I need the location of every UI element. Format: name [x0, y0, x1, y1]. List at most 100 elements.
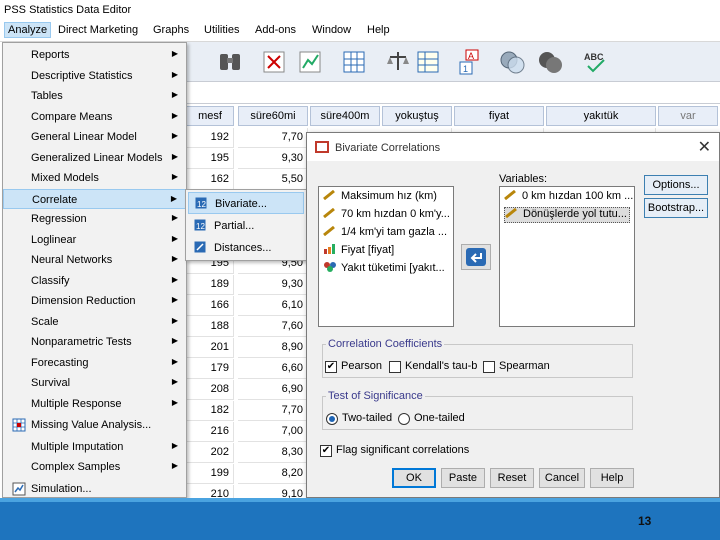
menu-item-nonparametric-tests[interactable]: Nonparametric Tests ▶ [3, 332, 186, 352]
table-cell[interactable]: 208 [186, 380, 234, 400]
binoculars-icon[interactable] [216, 48, 244, 76]
submenu-item-bivariate[interactable]: 12 Bivariate... [188, 192, 304, 214]
sets-dark-icon[interactable] [536, 48, 564, 76]
table-cell[interactable]: 216 [186, 422, 234, 442]
menu-add-ons[interactable]: Add-ons [255, 24, 296, 36]
help-button[interactable]: Help [590, 468, 634, 488]
table-cell[interactable]: 192 [186, 128, 234, 148]
spelling-icon[interactable]: ABC [582, 48, 610, 76]
menu-graphs[interactable]: Graphs [153, 24, 189, 36]
cell-editor-bar[interactable] [186, 82, 720, 104]
table-cell[interactable]: 7,00 [238, 422, 308, 442]
table-cell[interactable]: 195 [186, 149, 234, 169]
table-cell[interactable]: 166 [186, 296, 234, 316]
menu-item-generalized-linear-models[interactable]: Generalized Linear Models ▶ [3, 148, 186, 168]
options-button[interactable]: Options... [644, 175, 708, 195]
menu-item-correlate[interactable]: Correlate ▶ [3, 189, 186, 209]
table-cell[interactable]: 182 [186, 401, 234, 421]
bootstrap-button[interactable]: Bootstrap... [644, 198, 708, 218]
table-cell[interactable]: 6,10 [238, 296, 308, 316]
table-cell[interactable]: 202 [186, 443, 234, 463]
column-header[interactable]: yakıtük [546, 106, 656, 126]
table-cell[interactable]: 201 [186, 338, 234, 358]
reset-button[interactable]: Reset [490, 468, 534, 488]
table-cell[interactable]: 6,90 [238, 380, 308, 400]
list-item[interactable]: 1/4 km'yi tam gazla ... [323, 226, 447, 242]
split-icon[interactable] [340, 48, 368, 76]
table-cell[interactable]: 7,70 [238, 128, 308, 148]
list-item[interactable]: Maksimum hız (km) [323, 190, 437, 206]
column-header[interactable]: süre400m [310, 106, 380, 126]
menu-item-general-linear-model[interactable]: General Linear Model ▶ [3, 127, 186, 147]
menu-item-neural-networks[interactable]: Neural Networks ▶ [3, 250, 186, 270]
menu-item-missing-value-analysis[interactable]: Missing Value Analysis... [3, 415, 186, 435]
pearson-checkbox[interactable]: ✔ [325, 361, 337, 373]
menu-item-loglinear[interactable]: Loglinear ▶ [3, 230, 186, 250]
table-cell[interactable]: 7,70 [238, 401, 308, 421]
menu-item-forecasting[interactable]: Forecasting ▶ [3, 353, 186, 373]
menu-direct-marketing[interactable]: Direct Marketing [58, 24, 138, 36]
list-item-selected[interactable]: Dönüşlerde yol tutu... [504, 207, 630, 223]
menu-item-reports[interactable]: Reports ▶ [3, 45, 186, 65]
menu-item-simulation[interactable]: Simulation... [3, 479, 186, 499]
column-header[interactable]: fiyat [454, 106, 544, 126]
kendall-checkbox[interactable] [389, 361, 401, 373]
menu-item-scale[interactable]: Scale ▶ [3, 312, 186, 332]
ok-button[interactable]: OK [392, 468, 436, 488]
spearman-checkbox[interactable] [483, 361, 495, 373]
table-cell[interactable]: 6,60 [238, 359, 308, 379]
menu-help[interactable]: Help [367, 24, 390, 36]
cancel-button[interactable]: Cancel [539, 468, 585, 488]
table-cell[interactable]: 199 [186, 464, 234, 484]
column-header[interactable]: var [658, 106, 718, 126]
menu-analyze[interactable]: Analyze [4, 22, 52, 38]
sets-icon[interactable] [498, 48, 526, 76]
table-cell[interactable]: 8,20 [238, 464, 308, 484]
menu-item-classify[interactable]: Classify ▶ [3, 271, 186, 291]
menu-item-compare-means[interactable]: Compare Means ▶ [3, 107, 186, 127]
menu-item-survival[interactable]: Survival ▶ [3, 373, 186, 393]
paste-button[interactable]: Paste [441, 468, 485, 488]
scale-icon[interactable] [384, 48, 412, 76]
value-labels-icon[interactable]: A1 [458, 48, 486, 76]
source-variable-list[interactable]: Maksimum hız (km) 70 km hızdan 0 km'y...… [318, 186, 454, 327]
menu-item-multiple-response[interactable]: Multiple Response ▶ [3, 394, 186, 414]
menu-item-tables[interactable]: Tables ▶ [3, 86, 186, 106]
menu-item-descriptive-statistics[interactable]: Descriptive Statistics ▶ [3, 66, 186, 86]
list-item[interactable]: Yakıt tüketimi [yakıt... [323, 262, 445, 278]
submenu-item-partial[interactable]: 12 Partial... [188, 215, 304, 237]
menu-item-complex-samples[interactable]: Complex Samples ▶ [3, 457, 186, 477]
table-cell[interactable]: 210 [186, 485, 234, 498]
submenu-item-distances[interactable]: Distances... [188, 237, 304, 259]
table-cell[interactable]: 9,30 [238, 149, 308, 169]
table-cell[interactable]: 8,30 [238, 443, 308, 463]
variable-icon[interactable] [260, 48, 288, 76]
table-cell[interactable]: 162 [186, 170, 234, 190]
column-header[interactable]: yokuştuş [382, 106, 452, 126]
table-cell[interactable]: 188 [186, 317, 234, 337]
flag-significant-checkbox[interactable]: ✔ [320, 445, 332, 457]
list-item[interactable]: 0 km hızdan 100 km ... [504, 190, 633, 206]
table-cell[interactable]: 9,30 [238, 275, 308, 295]
move-variable-button[interactable] [461, 244, 491, 270]
menu-utilities[interactable]: Utilities [204, 24, 239, 36]
table-cell[interactable]: 5,50 [238, 170, 308, 190]
menu-item-regression[interactable]: Regression ▶ [3, 209, 186, 229]
table-cell[interactable]: 189 [186, 275, 234, 295]
grid-icon[interactable] [414, 48, 442, 76]
menu-item-mixed-models[interactable]: Mixed Models ▶ [3, 168, 186, 188]
table-cell[interactable]: 8,90 [238, 338, 308, 358]
two-tailed-radio[interactable] [326, 413, 338, 425]
column-header[interactable]: mesf [186, 106, 234, 126]
list-item[interactable]: Fiyat [fiyat] [323, 244, 394, 260]
dialog-titlebar[interactable]: Bivariate Correlations ✕ [307, 133, 719, 161]
menu-window[interactable]: Window [312, 24, 351, 36]
menu-item-dimension-reduction[interactable]: Dimension Reduction ▶ [3, 291, 186, 311]
table-cell[interactable]: 179 [186, 359, 234, 379]
table-cell[interactable]: 7,60 [238, 317, 308, 337]
close-icon[interactable]: ✕ [698, 137, 711, 157]
chart-icon[interactable] [296, 48, 324, 76]
target-variable-list[interactable]: 0 km hızdan 100 km ... Dönüşlerde yol tu… [499, 186, 635, 327]
list-item[interactable]: 70 km hızdan 0 km'y... [323, 208, 450, 224]
one-tailed-radio[interactable] [398, 413, 410, 425]
